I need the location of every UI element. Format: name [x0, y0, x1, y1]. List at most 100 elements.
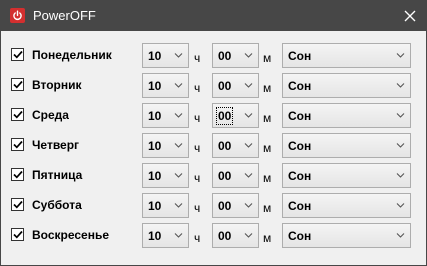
hour-unit-label: ч: [194, 111, 201, 125]
mode-select[interactable]: Сон: [282, 193, 411, 218]
hour-select[interactable]: 10: [142, 73, 189, 98]
hour-value: 10: [148, 79, 162, 93]
mode-value: Сон: [288, 229, 312, 243]
title-bar[interactable]: PowerOFF: [1, 1, 426, 31]
minute-select[interactable]: 00: [212, 193, 259, 218]
minute-select[interactable]: 00: [212, 43, 259, 68]
chevron-down-icon: [174, 53, 183, 58]
schedule-row-monday: Понедельник 10 ч 00 м Сон: [1, 41, 426, 71]
chevron-down-icon: [244, 53, 253, 58]
hour-value: 10: [148, 49, 162, 63]
minute-unit-label: м: [263, 201, 272, 215]
minute-select[interactable]: 00: [212, 133, 259, 158]
day-checkbox[interactable]: [11, 198, 24, 211]
minute-unit-label: м: [263, 81, 272, 95]
hour-value: 10: [148, 109, 162, 123]
minute-select[interactable]: 00: [212, 223, 259, 248]
chevron-down-icon: [396, 83, 405, 88]
schedule-row-tuesday: Вторник 10 ч 00 м Сон: [1, 71, 426, 101]
checkmark-icon: [12, 140, 23, 149]
schedule-panel: Понедельник 10 ч 00 м Сон Вторник 10 ч 0…: [1, 31, 426, 265]
day-label[interactable]: Вторник: [32, 78, 82, 92]
minute-select[interactable]: 00: [212, 163, 259, 188]
hour-value: 10: [148, 199, 162, 213]
chevron-down-icon: [396, 113, 405, 118]
mode-select[interactable]: Сон: [282, 103, 411, 128]
chevron-down-icon: [174, 143, 183, 148]
day-checkbox[interactable]: [11, 48, 24, 61]
hour-unit-label: ч: [194, 171, 201, 185]
mode-select[interactable]: Сон: [282, 73, 411, 98]
checkmark-icon: [12, 200, 23, 209]
checkmark-icon: [12, 110, 23, 119]
close-button[interactable]: [394, 1, 426, 31]
mode-value: Сон: [288, 199, 312, 213]
checkmark-icon: [12, 50, 23, 59]
mode-select[interactable]: Сон: [282, 163, 411, 188]
hour-unit-label: ч: [194, 201, 201, 215]
day-label[interactable]: Понедельник: [32, 48, 112, 62]
poweroff-window: PowerOFF Понедельник 10 ч 00 м Сон Вторн…: [0, 0, 427, 266]
minute-value: 00: [218, 49, 232, 63]
minute-value: 00: [218, 229, 232, 243]
chevron-down-icon: [244, 203, 253, 208]
chevron-down-icon: [174, 113, 183, 118]
hour-select[interactable]: 10: [142, 133, 189, 158]
mode-select[interactable]: Сон: [282, 133, 411, 158]
day-checkbox[interactable]: [11, 108, 24, 121]
chevron-down-icon: [244, 113, 253, 118]
hour-select[interactable]: 10: [142, 103, 189, 128]
day-label[interactable]: Пятница: [32, 168, 82, 182]
hour-select[interactable]: 10: [142, 43, 189, 68]
minute-value: 00: [218, 199, 232, 213]
minute-value: 00: [218, 139, 232, 153]
minute-value: 00: [215, 107, 234, 125]
hour-unit-label: ч: [194, 141, 201, 155]
checkmark-icon: [12, 170, 23, 179]
hour-select[interactable]: 10: [142, 163, 189, 188]
mode-select[interactable]: Сон: [282, 223, 411, 248]
checkmark-icon: [12, 80, 23, 89]
minute-select[interactable]: 00: [212, 73, 259, 98]
chevron-down-icon: [174, 83, 183, 88]
day-label[interactable]: Суббота: [32, 198, 82, 212]
minute-value: 00: [218, 169, 232, 183]
hour-value: 10: [148, 229, 162, 243]
power-icon: [10, 8, 25, 23]
chevron-down-icon: [174, 233, 183, 238]
minute-unit-label: м: [263, 231, 272, 245]
mode-value: Сон: [288, 49, 312, 63]
day-label[interactable]: Воскресенье: [32, 228, 109, 242]
schedule-row-sunday: Воскресенье 10 ч 00 м Сон: [1, 221, 426, 251]
minute-unit-label: м: [263, 141, 272, 155]
chevron-down-icon: [396, 53, 405, 58]
chevron-down-icon: [244, 233, 253, 238]
day-checkbox[interactable]: [11, 138, 24, 151]
chevron-down-icon: [174, 173, 183, 178]
hour-select[interactable]: 10: [142, 193, 189, 218]
mode-value: Сон: [288, 79, 312, 93]
hour-value: 10: [148, 169, 162, 183]
window-title: PowerOFF: [33, 8, 96, 23]
minute-unit-label: м: [263, 171, 272, 185]
mode-value: Сон: [288, 109, 312, 123]
chevron-down-icon: [244, 173, 253, 178]
minute-select[interactable]: 00: [212, 103, 259, 128]
day-label[interactable]: Среда: [32, 108, 69, 122]
minute-unit-label: м: [263, 51, 272, 65]
day-checkbox[interactable]: [11, 228, 24, 241]
chevron-down-icon: [396, 143, 405, 148]
schedule-row-friday: Пятница 10 ч 00 м Сон: [1, 161, 426, 191]
checkmark-icon: [12, 230, 23, 239]
mode-select[interactable]: Сон: [282, 43, 411, 68]
hour-select[interactable]: 10: [142, 223, 189, 248]
chevron-down-icon: [396, 203, 405, 208]
day-checkbox[interactable]: [11, 78, 24, 91]
chevron-down-icon: [396, 233, 405, 238]
chevron-down-icon: [174, 203, 183, 208]
hour-unit-label: ч: [194, 81, 201, 95]
schedule-row-saturday: Суббота 10 ч 00 м Сон: [1, 191, 426, 221]
day-checkbox[interactable]: [11, 168, 24, 181]
schedule-row-wednesday: Среда 10 ч 00 м Сон: [1, 101, 426, 131]
day-label[interactable]: Четверг: [32, 138, 79, 152]
